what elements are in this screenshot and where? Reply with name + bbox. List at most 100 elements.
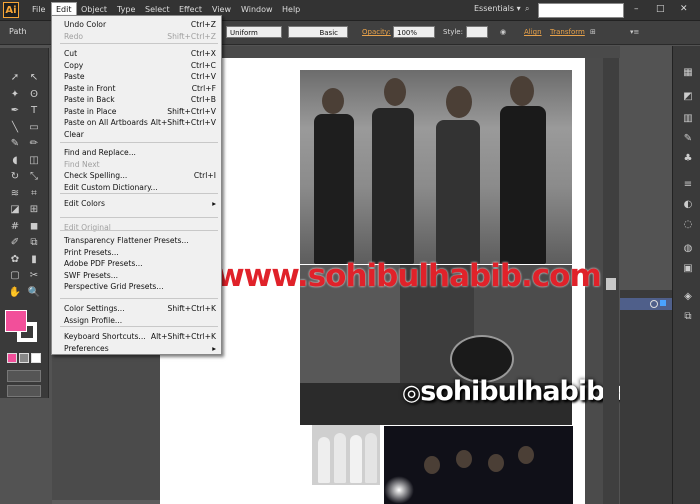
swatches-icon[interactable]: ▥ [681, 112, 695, 126]
isolate-icon[interactable]: ⊞ [590, 26, 596, 38]
menu-item-print-presets[interactable]: Print Presets... [64, 247, 216, 258]
layers-panel [620, 290, 672, 504]
transparency-icon[interactable]: ◌ [681, 218, 695, 232]
align-link[interactable]: Align [524, 26, 542, 38]
gradient-icon[interactable]: ◼ [26, 219, 42, 235]
menu-item-paste-in-place[interactable]: Paste in Place Shift+Ctrl+V [64, 106, 216, 117]
width-icon[interactable]: ≋ [7, 186, 23, 202]
lasso-icon[interactable]: ʘ [26, 87, 42, 103]
color-panel-icon[interactable]: ▦ [681, 66, 695, 80]
zoom-icon[interactable]: 🔍 [26, 285, 42, 301]
brushes-icon[interactable]: ✎ [681, 132, 695, 146]
menu-item-adobe-pdf-presets[interactable]: Adobe PDF Presets... [64, 258, 216, 269]
menu-item-label: Undo Color [64, 20, 107, 29]
fill-swatch[interactable] [5, 310, 27, 332]
layers-icon[interactable]: ◈ [681, 290, 695, 304]
hand-icon[interactable]: ✋ [7, 285, 23, 301]
rotate-icon[interactable]: ↻ [7, 169, 23, 185]
menu-item-paste-in-front[interactable]: Paste in Front Ctrl+F [64, 83, 216, 94]
search-input[interactable] [538, 3, 624, 18]
selection-icon[interactable]: ➚ [7, 70, 23, 86]
vertical-scroll-thumb[interactable] [606, 278, 616, 290]
band-white-photo[interactable] [312, 425, 380, 485]
menu-item-paste[interactable]: Paste Ctrl+V [64, 71, 216, 82]
graphic-styles-icon[interactable]: ▣ [681, 262, 695, 276]
brush-dropdown[interactable]: Basic [288, 26, 348, 38]
menu-help[interactable]: Help [282, 3, 300, 17]
menu-item-label: Perspective Grid Presets... [64, 282, 164, 291]
minimize-button[interactable]: – [634, 4, 639, 14]
menu-item-undo-color[interactable]: Undo Color Ctrl+Z [64, 19, 216, 30]
recolor-icon[interactable]: ◉ [500, 26, 506, 38]
direct-selection-icon[interactable]: ↖ [26, 70, 42, 86]
opacity-input[interactable]: 100% [393, 26, 435, 38]
paintbrush-icon[interactable]: ✎ [7, 136, 23, 152]
perspective-grid-icon[interactable]: ⊞ [26, 202, 42, 218]
opacity-link[interactable]: Opacity: [362, 26, 391, 38]
draw-mode-buttons[interactable] [7, 370, 41, 382]
horizontal-scrollbar[interactable] [52, 500, 160, 504]
graph-icon[interactable]: ▮ [26, 252, 42, 268]
menu-item-copy[interactable]: Copy Ctrl+C [64, 60, 216, 71]
workspace-label: Essentials [474, 4, 515, 13]
screen-mode-button[interactable] [7, 385, 41, 397]
maximize-button[interactable]: □ [656, 4, 665, 14]
menu-item-perspective-grid-presets[interactable]: Perspective Grid Presets... [64, 281, 216, 292]
menu-item-cut[interactable]: Cut Ctrl+X [64, 48, 216, 59]
menu-item-edit-custom-dictionary[interactable]: Edit Custom Dictionary... [64, 182, 216, 193]
style-swatch[interactable] [466, 26, 488, 38]
symbols-icon[interactable]: ♣ [681, 152, 695, 166]
symbol-sprayer-icon[interactable]: ✿ [7, 252, 23, 268]
layer-selection-icon[interactable] [660, 300, 666, 306]
appearance-icon[interactable]: ◍ [681, 242, 695, 256]
menu-item-color-settings[interactable]: Color Settings... Shift+Ctrl+K [64, 303, 216, 314]
menu-item-label: Find and Replace... [64, 148, 136, 157]
eyedropper-icon[interactable]: ✐ [7, 235, 23, 251]
menu-item-paste-on-all-artboards[interactable]: Paste on All Artboards Alt+Shift+Ctrl+V [64, 117, 216, 128]
none-mode-button[interactable] [31, 353, 41, 363]
slice-icon[interactable]: ✂ [26, 268, 42, 284]
blend-icon[interactable]: ⧉ [26, 235, 42, 251]
gradient-mode-button[interactable] [19, 353, 29, 363]
color-guide-icon[interactable]: ◩ [681, 90, 695, 104]
stroke-panel-icon[interactable]: ≡ [681, 178, 695, 192]
artboards-icon[interactable]: ⧉ [681, 310, 695, 324]
blob-brush-icon[interactable]: ◖ [7, 153, 23, 169]
gradient-panel-icon[interactable]: ◐ [681, 198, 695, 212]
workspace-switcher[interactable]: Essentials ▾ [474, 4, 521, 13]
layer-target-icon[interactable] [650, 300, 658, 308]
menu-item-swf-presets[interactable]: SWF Presets... [64, 270, 216, 281]
menu-item-check-spelling[interactable]: Check Spelling... Ctrl+I [64, 170, 216, 181]
panel-menu-icon[interactable]: ▾≡ [630, 26, 639, 38]
menu-item-preferences[interactable]: Preferences ▸ [64, 343, 216, 354]
line-icon[interactable]: ╲ [7, 120, 23, 136]
menu-separator [60, 142, 218, 143]
band-night-photo[interactable] [384, 426, 573, 504]
menu-item-clear[interactable]: Clear [64, 129, 216, 140]
eraser-icon[interactable]: ◫ [26, 153, 42, 169]
color-mode-button[interactable] [7, 353, 17, 363]
band-photo-group[interactable] [300, 70, 572, 264]
shape-builder-icon[interactable]: ◪ [7, 202, 23, 218]
pen-icon[interactable]: ✒ [7, 103, 23, 119]
menu-window[interactable]: Window [241, 3, 273, 17]
mesh-icon[interactable]: # [7, 219, 23, 235]
artboard-icon[interactable]: ▢ [7, 268, 23, 284]
menu-item-find-and-replace[interactable]: Find and Replace... [64, 147, 216, 158]
scale-icon[interactable]: ⤡ [26, 169, 42, 185]
type-icon[interactable]: T [26, 103, 42, 119]
menu-file[interactable]: File [32, 3, 45, 17]
menu-item-keyboard-shortcuts[interactable]: Keyboard Shortcuts... Alt+Shift+Ctrl+K [64, 331, 216, 342]
pencil-icon[interactable]: ✏ [26, 136, 42, 152]
close-button[interactable]: ✕ [680, 4, 688, 14]
menu-item-assign-profile[interactable]: Assign Profile... [64, 315, 216, 326]
menu-item-edit-colors[interactable]: Edit Colors ▸ [64, 198, 216, 209]
magic-wand-icon[interactable]: ✦ [7, 87, 23, 103]
transform-link[interactable]: Transform [550, 26, 585, 38]
menu-item-label: Clear [64, 129, 84, 139]
rectangle-icon[interactable]: ▭ [26, 120, 42, 136]
stroke-profile-dropdown[interactable]: Uniform [226, 26, 282, 38]
menu-item-transparency-flattener-presets[interactable]: Transparency Flattener Presets... [64, 235, 216, 246]
menu-item-paste-in-back[interactable]: Paste in Back Ctrl+B [64, 94, 216, 105]
free-transform-icon[interactable]: ⌗ [26, 186, 42, 202]
